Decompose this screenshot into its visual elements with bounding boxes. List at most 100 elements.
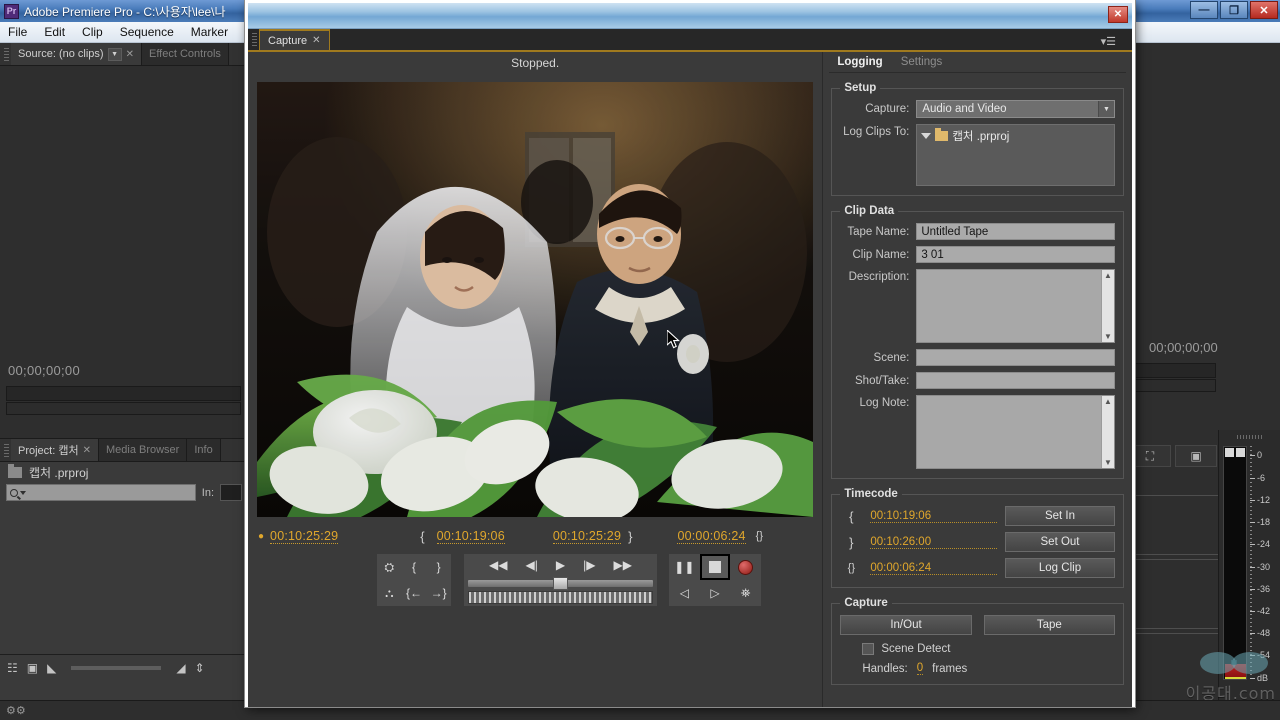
description-scrollbar[interactable]: ▲ ▼	[1101, 270, 1114, 342]
scene-detect-checkbox[interactable]	[862, 643, 875, 655]
goto-in-icon[interactable]: {←	[406, 586, 422, 600]
timecode-out-value[interactable]: 00:10:26:00	[870, 536, 997, 549]
camera-icon[interactable]: ▣	[1175, 445, 1217, 467]
capture-tape-button[interactable]: Tape	[983, 615, 1115, 635]
thumbnail-size-slider[interactable]	[71, 665, 162, 670]
source-timeline-ruler[interactable]	[6, 386, 241, 401]
source-zoom-bar[interactable]	[6, 402, 241, 415]
menu-item-marker[interactable]: Marker	[191, 25, 228, 39]
in-point-timecode[interactable]: 00:10:19:06	[436, 529, 505, 544]
panel-grip-icon[interactable]	[250, 33, 259, 46]
log-clips-tree-row[interactable]: 캡처 .prproj	[921, 128, 1110, 144]
tape-name-input[interactable]: Untitled Tape	[916, 223, 1115, 240]
shuttle-control[interactable]	[468, 590, 653, 604]
scroll-up-icon[interactable]: ▲	[1104, 397, 1112, 406]
capture-in-out-button[interactable]: In/Out	[840, 615, 972, 635]
fast-forward-icon[interactable]: ▶▶	[613, 558, 631, 572]
chevron-down-icon[interactable]: ▼	[1098, 101, 1114, 117]
log-note-textarea[interactable]: ▲ ▼	[916, 395, 1115, 469]
scrub-slider[interactable]	[468, 576, 653, 590]
tab-logging[interactable]: Logging	[829, 52, 891, 72]
goto-out-icon[interactable]: →}	[431, 586, 447, 600]
step-back-icon[interactable]: ◀|	[526, 558, 538, 572]
prev-scene-button[interactable]: ◁	[669, 580, 699, 606]
scroll-up-icon[interactable]: ▲	[1104, 271, 1112, 280]
program-zoom-bar[interactable]	[1131, 379, 1216, 392]
in-field[interactable]	[220, 484, 242, 501]
scroll-down-icon[interactable]: ▼	[1104, 458, 1112, 467]
close-icon[interactable]: ✕	[312, 35, 320, 46]
chevron-down-icon[interactable]: ▼	[107, 47, 122, 61]
tab-source[interactable]: Source: (no clips) ▼ ✕	[11, 43, 142, 65]
handles-value[interactable]: 0	[916, 662, 924, 675]
menu-item-sequence[interactable]: Sequence	[120, 25, 174, 39]
capture-window-title-bar[interactable]: ✕	[248, 3, 1132, 29]
tab-info[interactable]: Info	[187, 439, 221, 461]
scene-detect-row[interactable]: Scene Detect	[840, 643, 1115, 655]
panel-grip-icon[interactable]	[1236, 435, 1263, 439]
set-out-button[interactable]: Set Out	[1005, 532, 1115, 552]
sort-icon[interactable]: ⇕	[195, 661, 205, 675]
panel-grip-icon[interactable]	[2, 47, 11, 61]
panel-menu-icon[interactable]: ▾☰	[1101, 35, 1116, 48]
capture-mode-select[interactable]: Audio and Video ▼	[916, 100, 1115, 118]
step-forward-icon[interactable]: |▶	[583, 558, 595, 572]
log-clips-tree[interactable]: 캡처 .prproj	[916, 124, 1115, 186]
close-icon[interactable]: ✕	[83, 445, 91, 456]
search-input[interactable]	[6, 484, 196, 501]
clip-indicator-left[interactable]	[1225, 448, 1234, 457]
next-scene-button[interactable]: ▷	[700, 580, 730, 606]
set-in-button[interactable]: Set In	[1005, 506, 1115, 526]
menu-item-file[interactable]: File	[8, 25, 27, 39]
icon-view-icon[interactable]: ▣	[27, 661, 38, 675]
mark-out-icon[interactable]: }	[437, 560, 441, 574]
capture-close-button[interactable]: ✕	[1108, 6, 1128, 23]
tab-settings[interactable]: Settings	[893, 52, 951, 72]
record-button[interactable]	[731, 554, 761, 580]
scene-input[interactable]	[916, 349, 1115, 366]
settings-gear-icon[interactable]: ⚙⚙	[6, 705, 26, 717]
menu-item-clip[interactable]: Clip	[82, 25, 103, 39]
tab-project[interactable]: Project: 캡처 ✕	[11, 439, 99, 461]
tab-logging-label: Logging	[837, 56, 883, 68]
mark-in-icon[interactable]: {	[412, 560, 416, 574]
current-timecode[interactable]: 00:10:25:29	[270, 529, 339, 544]
play-icon[interactable]: ▶	[556, 558, 565, 572]
capture-settings-icon: ⛯	[740, 585, 751, 600]
menu-item-edit[interactable]: Edit	[44, 25, 65, 39]
capture-video-preview[interactable]	[257, 82, 814, 517]
zoom-out-icon[interactable]: ◣	[47, 661, 56, 675]
tab-effect-controls[interactable]: Effect Controls	[141, 43, 229, 65]
shot-take-input[interactable]	[916, 372, 1115, 389]
scrub-knob[interactable]	[553, 576, 568, 590]
scroll-down-icon[interactable]: ▼	[1104, 332, 1112, 341]
tab-media-browser[interactable]: Media Browser	[98, 439, 188, 461]
log-note-scrollbar[interactable]: ▲ ▼	[1101, 396, 1114, 468]
set-in-scene-icon[interactable]: ⛭	[385, 560, 395, 575]
list-view-icon[interactable]: ☷	[7, 661, 18, 675]
description-textarea[interactable]: ▲ ▼	[916, 269, 1115, 343]
maximize-button[interactable]: ❐	[1220, 1, 1248, 19]
export-frame-icon[interactable]: ⛶	[1129, 445, 1171, 467]
program-timeline-ruler[interactable]	[1131, 363, 1216, 378]
timecode-duration-value[interactable]: 00:00:06:24	[870, 562, 997, 575]
out-point-timecode[interactable]: 00:10:25:29	[552, 529, 622, 544]
tab-capture[interactable]: Capture ✕	[259, 29, 330, 50]
rewind-icon[interactable]: ◀◀	[489, 558, 507, 572]
zoom-in-icon[interactable]: ◢	[176, 661, 185, 675]
minimize-button[interactable]: —	[1190, 1, 1218, 19]
audio-meter-track[interactable]	[1223, 446, 1247, 680]
close-icon[interactable]: ✕	[126, 49, 134, 60]
clip-indicator-right[interactable]	[1236, 448, 1245, 457]
pause-button[interactable]: ❚❚	[669, 554, 699, 580]
clip-name-input[interactable]: 3 01	[916, 246, 1115, 263]
duration-timecode[interactable]: 00:00:06:24	[677, 529, 746, 544]
panel-grip-icon[interactable]	[2, 443, 11, 457]
chevron-down-icon[interactable]	[921, 133, 932, 139]
close-button[interactable]: ✕	[1250, 1, 1278, 19]
stop-button[interactable]	[699, 554, 730, 580]
log-clip-button[interactable]: Log Clip	[1005, 558, 1115, 578]
set-out-scene-icon[interactable]: ⛬	[385, 586, 393, 601]
timecode-in-value[interactable]: 00:10:19:06	[870, 510, 997, 523]
capture-settings-button[interactable]: ⛯	[731, 580, 761, 606]
